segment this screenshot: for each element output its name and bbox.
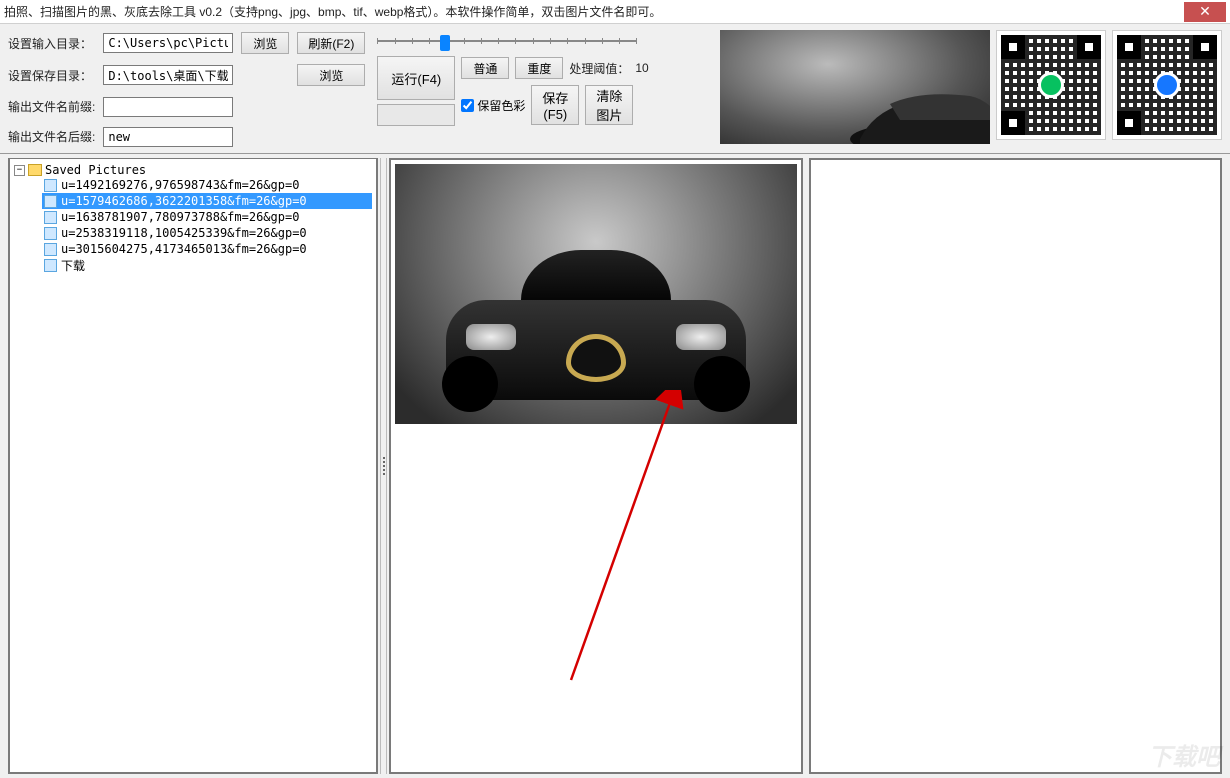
image-panels bbox=[387, 154, 1230, 778]
prefix-field[interactable] bbox=[103, 97, 233, 117]
source-image bbox=[395, 164, 797, 424]
input-dir-browse-button[interactable]: 浏览 bbox=[241, 32, 289, 54]
save-dir-field[interactable] bbox=[103, 65, 233, 85]
tree-root-label: Saved Pictures bbox=[45, 163, 146, 177]
wechat-icon bbox=[1038, 72, 1064, 98]
tree-root[interactable]: − Saved Pictures bbox=[14, 163, 372, 177]
progress-bar bbox=[377, 104, 455, 126]
qr-wechat bbox=[996, 30, 1106, 140]
threshold-value: 10 bbox=[635, 61, 648, 75]
mode-normal-button[interactable]: 普通 bbox=[461, 57, 509, 79]
save-dir-browse-button[interactable]: 浏览 bbox=[297, 64, 365, 86]
tree-item[interactable]: u=1492169276,976598743&fm=26&gp=0 bbox=[42, 177, 372, 193]
car-illustration bbox=[446, 250, 746, 400]
run-button[interactable]: 运行(F4) bbox=[377, 56, 455, 100]
qr-alipay bbox=[1112, 30, 1222, 140]
keep-color-checkbox[interactable]: 保留色彩 bbox=[461, 97, 525, 114]
settings-grid: 设置输入目录： 浏览 刷新(F2) 设置保存目录： 浏览 输出文件名前缀: 输出… bbox=[8, 30, 365, 149]
tree-collapse-toggle[interactable]: − bbox=[14, 165, 25, 176]
watermark: 下载吧 bbox=[1148, 737, 1220, 772]
tree-item[interactable]: u=1638781907,780973788&fm=26&gp=0 bbox=[42, 209, 372, 225]
image-file-icon bbox=[44, 195, 57, 208]
title-bar: 拍照、扫描图片的黑、灰底去除工具 v0.2（支持png、jpg、bmp、tif、… bbox=[0, 0, 1230, 24]
tree-item-label: u=1492169276,976598743&fm=26&gp=0 bbox=[61, 178, 299, 192]
suffix-field[interactable] bbox=[103, 127, 233, 147]
top-settings-panel: 设置输入目录： 浏览 刷新(F2) 设置保存目录： 浏览 输出文件名前缀: 输出… bbox=[0, 24, 1230, 154]
save-button[interactable]: 保存 (F5) bbox=[531, 85, 579, 125]
image-file-icon bbox=[44, 211, 57, 224]
tree-item-label: u=1579462686,3622201358&fm=26&gp=0 bbox=[61, 194, 307, 208]
input-dir-field[interactable] bbox=[103, 33, 233, 53]
vertical-splitter[interactable] bbox=[380, 158, 387, 774]
source-image-frame bbox=[389, 158, 803, 774]
window-close-button[interactable]: ✕ bbox=[1184, 2, 1226, 22]
threshold-label: 处理阈值： bbox=[569, 60, 629, 77]
tree-item-label: u=3015604275,4173465013&fm=26&gp=0 bbox=[61, 242, 307, 256]
result-image-frame bbox=[809, 158, 1223, 774]
refresh-button[interactable]: 刷新(F2) bbox=[297, 32, 365, 54]
folder-icon bbox=[28, 164, 42, 176]
tree-item[interactable]: 下载 bbox=[42, 257, 372, 273]
tree-item[interactable]: u=2538319118,1005425339&fm=26&gp=0 bbox=[42, 225, 372, 241]
input-dir-label: 设置输入目录： bbox=[8, 35, 95, 52]
alipay-icon bbox=[1154, 72, 1180, 98]
tree-children: u=1492169276,976598743&fm=26&gp=0 u=15794… bbox=[42, 177, 372, 273]
image-file-icon bbox=[44, 179, 57, 192]
tree-item-label: 下载 bbox=[61, 257, 85, 274]
image-file-icon bbox=[44, 243, 57, 256]
prefix-label: 输出文件名前缀: bbox=[8, 98, 95, 115]
main-area: − Saved Pictures u=1492169276,976598743&… bbox=[0, 154, 1230, 778]
image-file-icon bbox=[44, 227, 57, 240]
tree-item-label: u=2538319118,1005425339&fm=26&gp=0 bbox=[61, 226, 307, 240]
keep-color-label: 保留色彩 bbox=[477, 97, 525, 114]
save-dir-label: 设置保存目录： bbox=[8, 67, 95, 84]
tree-item-label: u=1638781907,780973788&fm=26&gp=0 bbox=[61, 210, 299, 224]
threshold-slider[interactable] bbox=[377, 39, 637, 43]
tree-item[interactable]: u=3015604275,4173465013&fm=26&gp=0 bbox=[42, 241, 372, 257]
controls-column: 运行(F4) 普通 重度 处理阈值： 10 保留色彩 保存 (F5) 清除 图片 bbox=[377, 30, 648, 149]
qr-code-group bbox=[996, 30, 1222, 149]
keep-color-input[interactable] bbox=[461, 99, 474, 112]
file-tree-pane[interactable]: − Saved Pictures u=1492169276,976598743&… bbox=[8, 158, 378, 774]
mode-heavy-button[interactable]: 重度 bbox=[515, 57, 563, 79]
annotation-arrow bbox=[561, 390, 781, 700]
clear-image-button[interactable]: 清除 图片 bbox=[585, 85, 633, 125]
suffix-label: 输出文件名后缀: bbox=[8, 128, 95, 145]
image-file-icon bbox=[44, 259, 57, 272]
window-title: 拍照、扫描图片的黑、灰底去除工具 v0.2（支持png、jpg、bmp、tif、… bbox=[4, 3, 1184, 20]
header-image-preview bbox=[720, 30, 990, 144]
tree-item[interactable]: u=1579462686,3622201358&fm=26&gp=0 bbox=[42, 193, 372, 209]
